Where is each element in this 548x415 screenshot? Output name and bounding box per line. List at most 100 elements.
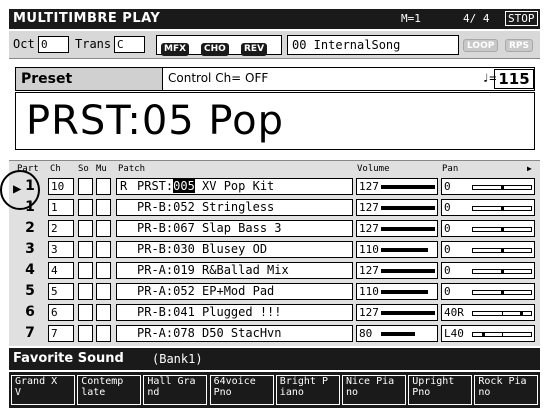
- favorite-sound-key[interactable]: Hall Gra nd: [143, 375, 208, 405]
- patch-field[interactable]: R PRST:005 XV Pop Kit: [116, 178, 353, 195]
- pan-field[interactable]: 0: [441, 220, 535, 237]
- favorite-sound-key[interactable]: Grand X V: [11, 375, 75, 405]
- mute-checkbox[interactable]: [96, 262, 111, 279]
- loop-button[interactable]: LOOP: [463, 39, 499, 52]
- patch-name-cell: PR-A:019 R&Ballad Mix: [137, 263, 289, 278]
- pan-knob: [501, 248, 504, 253]
- pan-knob: [482, 332, 486, 337]
- song-field[interactable]: 00 InternalSong: [287, 35, 459, 55]
- part-row[interactable]: 5 5 PR-A:052 EP+Mod Pad 110 0: [9, 282, 540, 302]
- favorite-sound-key[interactable]: Bright P iano: [275, 375, 340, 405]
- chorus-button[interactable]: CHO: [201, 43, 229, 56]
- col-ch: Ch: [50, 164, 61, 174]
- pan-field[interactable]: 40R: [441, 304, 535, 321]
- patch-field[interactable]: PR-A:052 EP+Mod Pad: [116, 283, 353, 300]
- solo-checkbox[interactable]: [78, 262, 93, 279]
- pan-field[interactable]: 0: [441, 178, 535, 195]
- volume-value: 127: [359, 306, 379, 319]
- col-pan: Pan: [442, 164, 459, 174]
- part-row[interactable]: 3 3 PR-B:030 Blusey OD 110 0: [9, 240, 540, 260]
- pan-value: 0: [444, 285, 451, 298]
- favorite-sound-key[interactable]: Rock Pia no: [474, 375, 539, 405]
- volume-field[interactable]: 80: [356, 325, 438, 342]
- col-mu: Mu: [96, 164, 107, 174]
- mute-checkbox[interactable]: [96, 178, 111, 195]
- channel-field[interactable]: 6: [48, 304, 74, 321]
- mute-checkbox[interactable]: [96, 241, 111, 258]
- pan-field[interactable]: 0: [441, 199, 535, 216]
- favorite-sound-key[interactable]: Upright Pno: [408, 375, 473, 405]
- solo-checkbox[interactable]: [78, 241, 93, 258]
- oct-field[interactable]: 0: [38, 36, 69, 53]
- channel-field[interactable]: 3: [48, 241, 74, 258]
- volume-bar-fill: [381, 185, 435, 189]
- channel-field[interactable]: 10: [48, 178, 74, 195]
- favorite-sound-key[interactable]: 64voice Pno: [209, 375, 274, 405]
- channel-field[interactable]: 4: [48, 262, 74, 279]
- patch-field[interactable]: PR-B:067 Slap Bass 3: [116, 220, 353, 237]
- volume-field[interactable]: 127: [356, 304, 438, 321]
- solo-checkbox[interactable]: [78, 304, 93, 321]
- patch-prefix: PR-A:078 D50 StacHvn: [137, 326, 282, 340]
- mute-checkbox[interactable]: [96, 325, 111, 342]
- patch-field[interactable]: PR-A:019 R&Ballad Mix: [116, 262, 353, 279]
- pan-field[interactable]: 0: [441, 283, 535, 300]
- pan-knob: [501, 290, 504, 295]
- trans-field[interactable]: C: [114, 36, 145, 53]
- channel-field[interactable]: 1: [48, 199, 74, 216]
- mfx-button[interactable]: MFX: [161, 43, 190, 56]
- rps-button[interactable]: RPS: [505, 39, 534, 52]
- part-number: 7: [25, 325, 35, 341]
- volume-field[interactable]: 110: [356, 241, 438, 258]
- channel-field[interactable]: 7: [48, 325, 74, 342]
- volume-field[interactable]: 110: [356, 283, 438, 300]
- volume-bar: [381, 290, 435, 294]
- volume-bar-fill: [381, 332, 416, 336]
- solo-checkbox[interactable]: [78, 325, 93, 342]
- patch-name-cell: PR-B:041 Plugged !!!: [137, 305, 282, 320]
- mute-checkbox[interactable]: [96, 283, 111, 300]
- solo-checkbox[interactable]: [78, 283, 93, 300]
- patch-field[interactable]: PR-B:041 Plugged !!!: [116, 304, 353, 321]
- pan-value: 0: [444, 222, 451, 235]
- control-channel: Control Ch= OFF: [168, 71, 269, 85]
- mute-checkbox[interactable]: [96, 199, 111, 216]
- volume-value: 127: [359, 222, 379, 235]
- part-row[interactable]: 2 2 PR-B:067 Slap Bass 3 127 0: [9, 219, 540, 239]
- volume-field[interactable]: 127: [356, 220, 438, 237]
- pan-slider: [472, 227, 532, 232]
- channel-field[interactable]: 5: [48, 283, 74, 300]
- preset-bar: Preset Control Ch= OFF ♩= 115: [15, 67, 535, 91]
- part-row[interactable]: 6 6 PR-B:041 Plugged !!! 127 40R: [9, 303, 540, 323]
- part-number: 4: [25, 262, 35, 278]
- volume-field[interactable]: 127: [356, 199, 438, 216]
- volume-bar-fill: [381, 227, 435, 231]
- part-row[interactable]: 1 1 PR-B:052 Stringless 127 0: [9, 198, 540, 218]
- pan-value: 0: [444, 180, 451, 193]
- volume-field[interactable]: 127: [356, 262, 438, 279]
- mute-checkbox[interactable]: [96, 304, 111, 321]
- favorite-sound-key[interactable]: Nice Pia no: [342, 375, 406, 405]
- solo-checkbox[interactable]: [78, 220, 93, 237]
- volume-bar-fill: [381, 248, 428, 252]
- mute-checkbox[interactable]: [96, 220, 111, 237]
- patch-field[interactable]: PR-B:052 Stringless: [116, 199, 353, 216]
- channel-field[interactable]: 2: [48, 220, 74, 237]
- favorite-sound-key[interactable]: Contemp late: [77, 375, 142, 405]
- solo-checkbox[interactable]: [78, 178, 93, 195]
- solo-checkbox[interactable]: [78, 199, 93, 216]
- reverb-button[interactable]: REV: [241, 43, 268, 56]
- volume-bar-fill: [381, 311, 435, 315]
- part-row[interactable]: 1 10 R PRST:005 XV Pop Kit 127 0: [9, 177, 540, 197]
- favorite-sound-bar: Favorite Sound (Bank1): [9, 348, 540, 370]
- part-row[interactable]: 7 7 PR-A:078 D50 StacHvn 80 L40: [9, 324, 540, 344]
- patch-field[interactable]: PR-A:078 D50 StacHvn: [116, 325, 353, 342]
- pan-field[interactable]: L40: [441, 325, 535, 342]
- patch-field[interactable]: PR-B:030 Blusey OD: [116, 241, 353, 258]
- volume-field[interactable]: 127: [356, 178, 438, 195]
- pan-field[interactable]: 0: [441, 262, 535, 279]
- tempo-field[interactable]: 115: [494, 69, 534, 89]
- pan-field[interactable]: 0: [441, 241, 535, 258]
- scroll-right-icon[interactable]: ▶: [527, 164, 532, 173]
- part-row[interactable]: 4 4 PR-A:019 R&Ballad Mix 127 0: [9, 261, 540, 281]
